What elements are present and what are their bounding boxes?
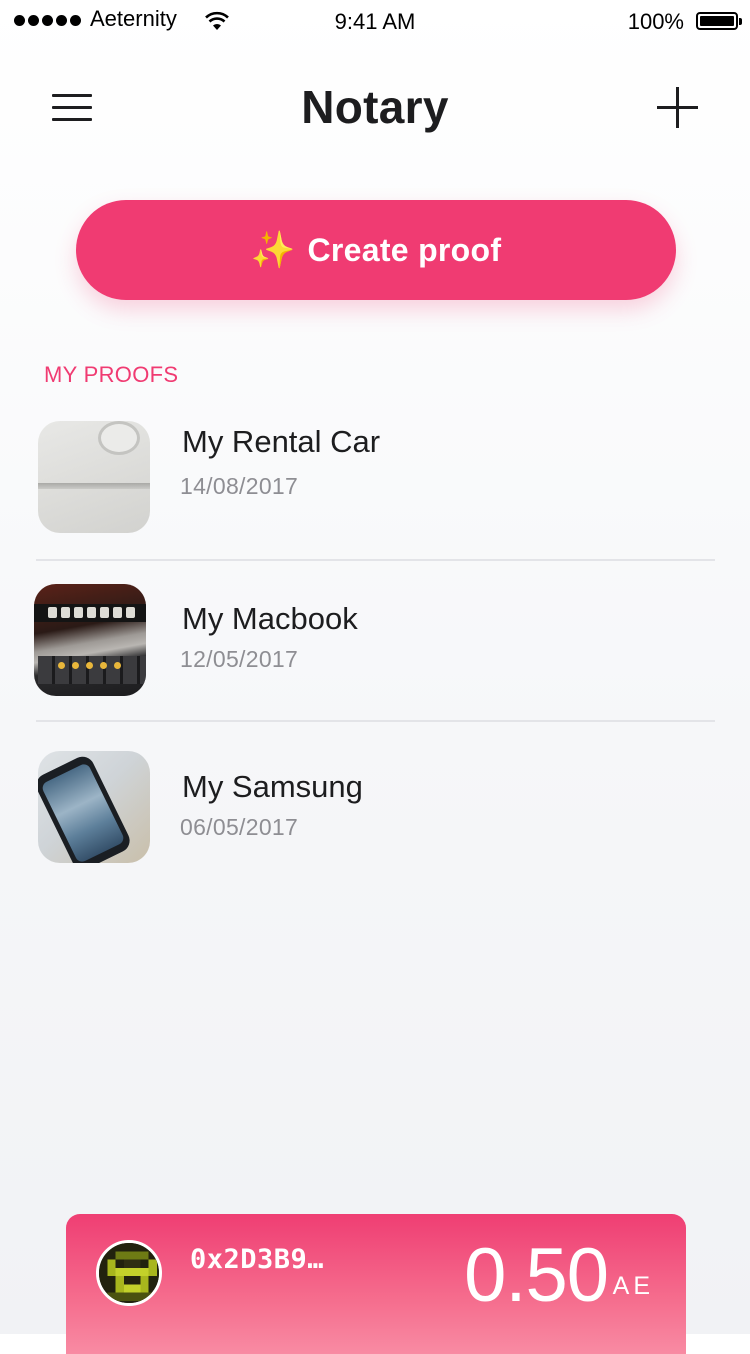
wallet-balance: 0.50 xyxy=(464,1233,609,1318)
wallet-bar[interactable]: 0x2D3B9… 0.50 AE xyxy=(66,1214,686,1354)
proof-title: My Rental Car xyxy=(182,424,381,459)
list-divider xyxy=(36,720,715,722)
page-title: Notary xyxy=(301,81,449,133)
create-proof-button[interactable]: ✨ Create proof xyxy=(76,200,676,300)
proof-item-macbook[interactable]: My Macbook 12/05/2017 xyxy=(34,583,715,697)
proof-date: 12/05/2017 xyxy=(180,646,299,672)
battery-percentage: 100% xyxy=(627,9,684,34)
status-bar: Aeternity 9:41 AM 100% xyxy=(0,0,750,44)
wallet-address: 0x2D3B9… xyxy=(190,1244,325,1275)
proof-date: 06/05/2017 xyxy=(180,814,299,840)
proof-item-rental-car[interactable]: My Rental Car 14/08/2017 xyxy=(36,420,715,534)
proof-item-samsung[interactable]: My Samsung 06/05/2017 xyxy=(36,751,715,865)
proof-title: My Samsung xyxy=(182,769,363,804)
list-divider xyxy=(36,559,715,561)
proof-title: My Macbook xyxy=(182,601,358,636)
battery-icon xyxy=(696,12,742,30)
proof-date: 14/08/2017 xyxy=(180,473,299,499)
create-proof-label: Create proof xyxy=(307,231,502,268)
section-title-my-proofs: MY PROOFS xyxy=(44,362,179,387)
macbook-thumbnail-image xyxy=(34,584,146,696)
sparkles-icon: ✨ xyxy=(250,229,296,270)
wallet-currency-unit: AE xyxy=(612,1272,654,1300)
car-thumbnail-image xyxy=(38,421,150,533)
pixel-identicon-avatar-icon[interactable] xyxy=(96,1240,162,1306)
samsung-thumbnail-image xyxy=(38,751,150,863)
plus-icon[interactable] xyxy=(657,87,698,128)
